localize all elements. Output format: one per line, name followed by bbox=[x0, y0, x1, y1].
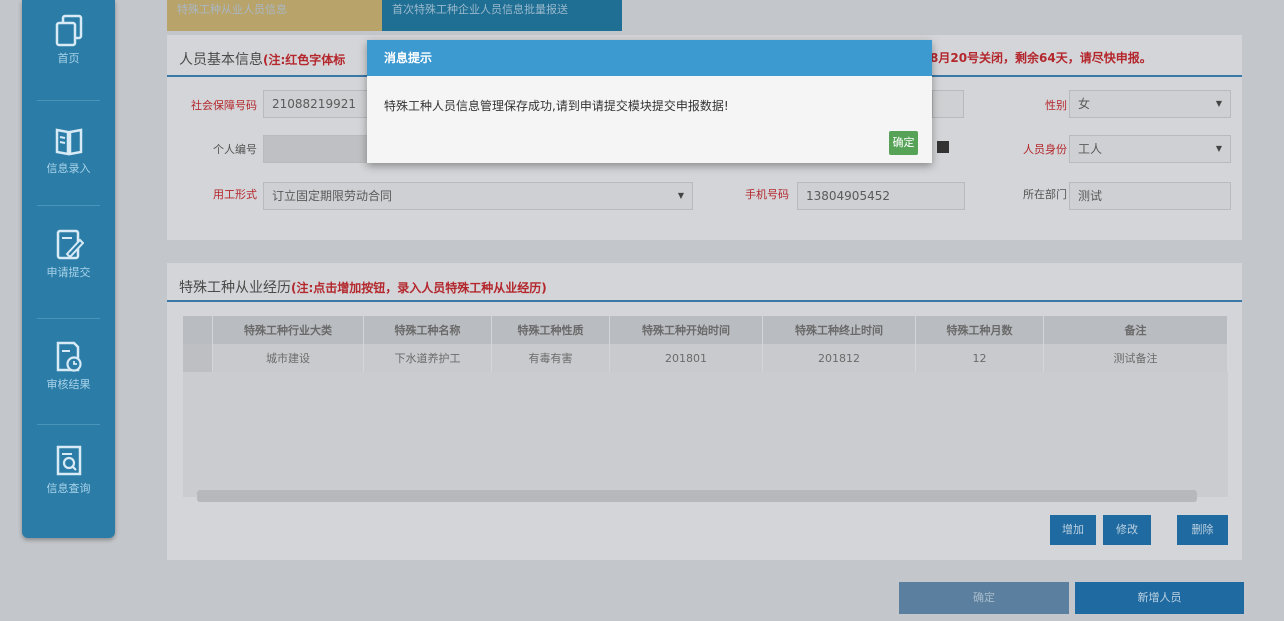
gender-value: 女 bbox=[1078, 97, 1091, 111]
table-cell: 201801 bbox=[609, 344, 763, 372]
dialog-message: 特殊工种人员信息管理保存成功,请到申请提交模块提交申报数据! bbox=[384, 99, 729, 113]
identity-select[interactable]: 工人 ▼ bbox=[1069, 135, 1231, 163]
section-note: (注:点击增加按钮，录入人员特殊工种从业经历) bbox=[291, 281, 547, 295]
tab-personnel-info[interactable]: 特殊工种从业人员信息 bbox=[167, 0, 382, 31]
new-person-button[interactable]: 新增人员 bbox=[1075, 582, 1244, 614]
section-note: (注:红色字体标 bbox=[263, 53, 346, 67]
phone-label: 手机号码 bbox=[745, 188, 789, 201]
section-title: 特殊工种从业经历 bbox=[179, 280, 291, 296]
document-clock-icon bbox=[56, 341, 82, 372]
social-security-label: 社会保障号码 bbox=[191, 99, 257, 112]
identity-value: 工人 bbox=[1078, 142, 1103, 156]
deadline-notice: 8月20号关闭，剩余64天，请尽快申报。 bbox=[930, 51, 1152, 65]
sidebar-item-label: 信息查询 bbox=[46, 482, 91, 495]
gender-label: 性别 bbox=[1045, 99, 1067, 112]
confirm-button[interactable]: 确定 bbox=[899, 582, 1069, 614]
table-cell: 有毒有害 bbox=[491, 344, 610, 372]
chevron-down-icon: ▼ bbox=[1215, 144, 1222, 153]
personal-no-label: 个人编号 bbox=[213, 143, 257, 156]
table-cell: 城市建设 bbox=[212, 344, 364, 372]
row-select-header bbox=[183, 316, 213, 344]
dialog-ok-button[interactable]: 确定 bbox=[889, 131, 918, 155]
hidden-input[interactable] bbox=[932, 90, 964, 118]
sidebar: 首页 信息录入 申请提交 审核结果 信息查询 bbox=[22, 0, 115, 538]
sidebar-item-label: 审核结果 bbox=[46, 378, 91, 391]
gender-select[interactable]: 女 ▼ bbox=[1069, 90, 1231, 118]
table-row[interactable]: 城市建设 下水道养护工 有毒有害 201801 201812 12 测试备注 bbox=[183, 344, 1228, 372]
sidebar-item-label: 申请提交 bbox=[46, 266, 91, 279]
message-dialog: 消息提示 特殊工种人员信息管理保存成功,请到申请提交模块提交申报数据! 确定 bbox=[367, 40, 932, 163]
table-body-area bbox=[183, 370, 1228, 497]
column-header[interactable]: 特殊工种月数 bbox=[915, 316, 1044, 344]
dialog-title: 消息提示 bbox=[367, 40, 932, 76]
divider bbox=[37, 205, 100, 206]
delete-button[interactable]: 删除 bbox=[1177, 515, 1228, 545]
edit-icon bbox=[56, 229, 84, 260]
calendar-icon[interactable] bbox=[937, 141, 949, 153]
sidebar-item-home[interactable]: 首页 bbox=[22, 14, 115, 66]
dept-input[interactable]: 测试 bbox=[1069, 182, 1231, 210]
horizontal-scrollbar[interactable] bbox=[197, 490, 1197, 502]
column-header[interactable]: 特殊工种终止时间 bbox=[762, 316, 916, 344]
basic-info-title: 人员基本信息(注:红色字体标 bbox=[179, 49, 345, 69]
add-button[interactable]: 增加 bbox=[1050, 515, 1096, 545]
divider bbox=[37, 100, 100, 101]
chevron-down-icon: ▼ bbox=[1215, 99, 1222, 108]
experience-table: 特殊工种行业大类 特殊工种名称 特殊工种性质 特殊工种开始时间 特殊工种终止时间… bbox=[183, 316, 1228, 372]
column-header[interactable]: 特殊工种开始时间 bbox=[609, 316, 763, 344]
sidebar-item-label: 首页 bbox=[57, 52, 80, 65]
sidebar-item-info-query[interactable]: 信息查询 bbox=[22, 444, 115, 496]
sidebar-item-submit[interactable]: 申请提交 bbox=[22, 228, 115, 280]
column-header[interactable]: 特殊工种名称 bbox=[363, 316, 492, 344]
copy-icon bbox=[55, 14, 82, 47]
column-header[interactable]: 特殊工种性质 bbox=[491, 316, 610, 344]
row-select-cell[interactable] bbox=[183, 344, 213, 372]
table-cell: 测试备注 bbox=[1043, 344, 1228, 372]
section-divider bbox=[167, 300, 1242, 302]
sidebar-item-review-result[interactable]: 审核结果 bbox=[22, 340, 115, 392]
table-cell: 12 bbox=[915, 344, 1044, 372]
employment-select[interactable]: 订立固定期限劳动合同 ▼ bbox=[263, 182, 693, 210]
identity-label: 人员身份 bbox=[1023, 143, 1067, 156]
sidebar-item-info-entry[interactable]: 信息录入 bbox=[22, 124, 115, 176]
table-cell: 201812 bbox=[762, 344, 916, 372]
chevron-down-icon: ▼ bbox=[677, 191, 684, 200]
book-icon bbox=[55, 128, 82, 156]
divider bbox=[37, 318, 100, 319]
table-header-row: 特殊工种行业大类 特殊工种名称 特殊工种性质 特殊工种开始时间 特殊工种终止时间… bbox=[183, 316, 1228, 344]
document-search-icon bbox=[56, 445, 81, 476]
experience-panel: 特殊工种从业经历(注:点击增加按钮，录入人员特殊工种从业经历) 特殊工种行业大类… bbox=[167, 263, 1242, 560]
column-header[interactable]: 备注 bbox=[1043, 316, 1228, 344]
dept-label: 所在部门 bbox=[1023, 188, 1067, 201]
social-security-input[interactable]: 21088219921 bbox=[263, 90, 383, 118]
tab-batch-submit[interactable]: 首次特殊工种企业人员信息批量报送 bbox=[382, 0, 622, 31]
edit-button[interactable]: 修改 bbox=[1103, 515, 1151, 545]
experience-title: 特殊工种从业经历(注:点击增加按钮，录入人员特殊工种从业经历) bbox=[179, 277, 547, 297]
personal-no-input[interactable] bbox=[263, 135, 383, 163]
employment-value: 订立固定期限劳动合同 bbox=[272, 189, 393, 203]
table-cell: 下水道养护工 bbox=[363, 344, 492, 372]
sidebar-item-label: 信息录入 bbox=[46, 162, 91, 175]
employment-label: 用工形式 bbox=[213, 188, 257, 201]
column-header[interactable]: 特殊工种行业大类 bbox=[212, 316, 364, 344]
phone-input[interactable]: 13804905452 bbox=[797, 182, 965, 210]
divider bbox=[37, 424, 100, 425]
section-title: 人员基本信息 bbox=[179, 52, 263, 68]
